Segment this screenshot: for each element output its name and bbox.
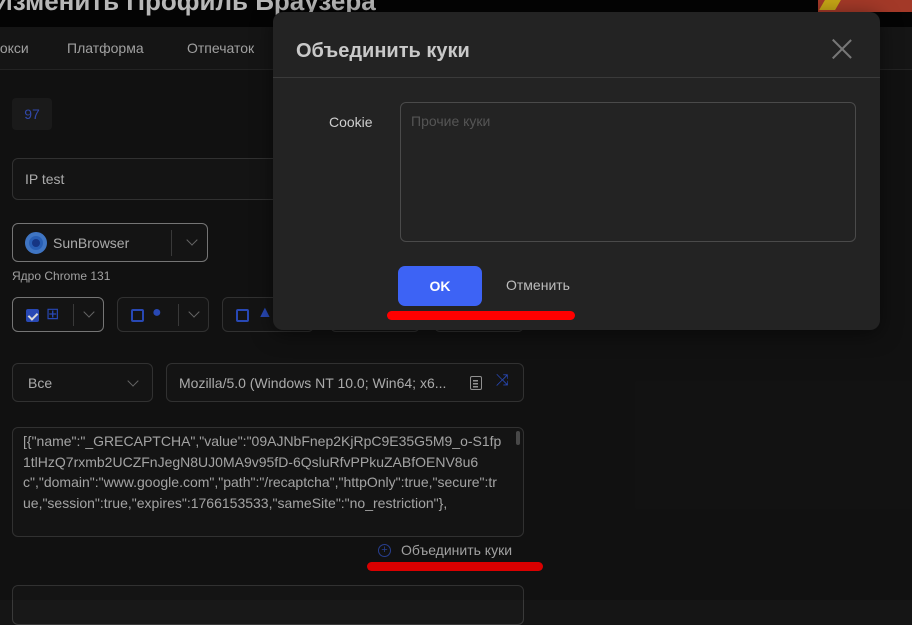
red-annotation-underline <box>387 311 575 320</box>
cancel-button[interactable]: Отменить <box>506 277 570 293</box>
cookie-input[interactable] <box>400 102 856 242</box>
cookie-label: Cookie <box>329 114 373 130</box>
ok-button[interactable]: OK <box>398 266 482 306</box>
close-icon[interactable] <box>831 38 853 60</box>
divider <box>273 77 880 78</box>
dialog-title: Объединить куки <box>296 40 470 62</box>
merge-cookies-dialog: Объединить куки Cookie OK Отменить <box>273 12 880 330</box>
